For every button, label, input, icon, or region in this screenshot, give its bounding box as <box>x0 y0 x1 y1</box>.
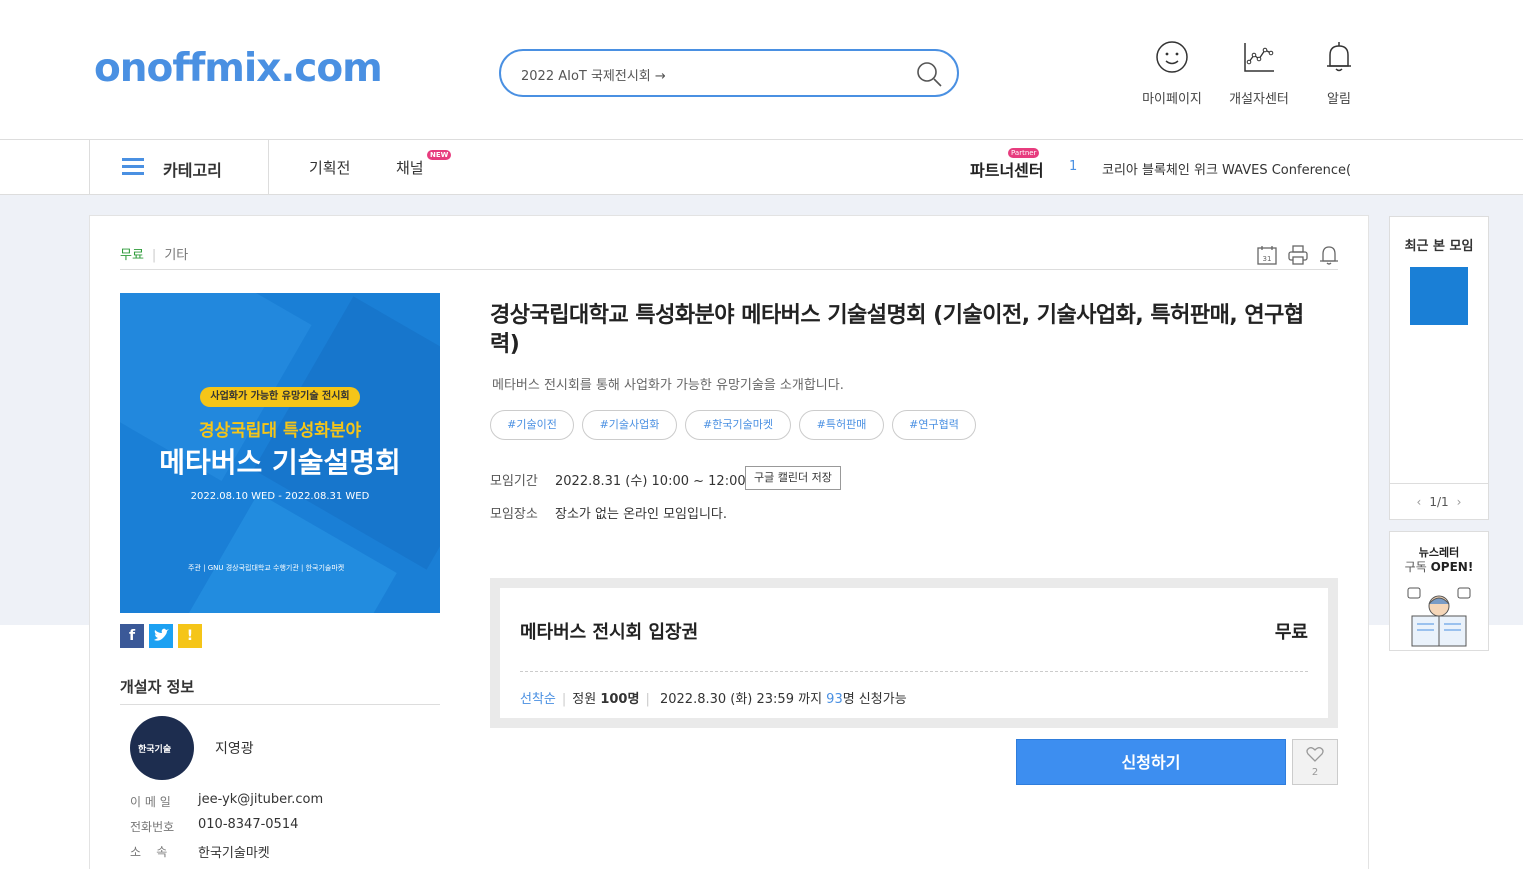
period-label: 모임기간 <box>490 474 538 489</box>
poster-dates: 2022.08.10 WED - 2022.08.31 WED <box>190 491 370 502</box>
recent-page-number: 1/1 <box>1429 495 1449 509</box>
host-center-label: 개설자센터 <box>1229 92 1289 107</box>
search-input[interactable] <box>521 63 901 85</box>
email-label: 이 메 일 <box>130 795 171 809</box>
host-section-title: 개설자 정보 <box>120 678 195 696</box>
recent-pagination: ‹ 1/1 › <box>1390 483 1488 520</box>
poster-line2: 메타버스 기술설명회 <box>159 446 401 479</box>
newsletter-banner[interactable]: 뉴스레터 구독 OPEN! <box>1389 531 1489 651</box>
new-badge: NEW <box>427 150 452 160</box>
host-email-link[interactable]: jee-yk@jituber.com <box>198 792 323 807</box>
chart-icon <box>1244 43 1274 72</box>
reader-illustration-icon <box>1407 587 1471 647</box>
alarm-link[interactable]: 알림 <box>1294 40 1384 107</box>
event-detail-panel: 무료 | 기타 31 사업화가 가능한 유망기술 전시회 경상국립대 특성화분야 메… <box>89 215 1369 869</box>
alarm-icon[interactable] <box>1318 244 1340 266</box>
search-icon[interactable] <box>915 60 943 88</box>
avatar-text: 한국기술 <box>138 745 172 755</box>
print-icon[interactable] <box>1287 244 1309 266</box>
facebook-icon[interactable]: f <box>120 624 144 648</box>
org-label: 소 속 <box>130 845 168 859</box>
rank-text-link[interactable]: 코리아 블록체인 위크 WAVES Conference(... <box>1102 159 1352 178</box>
host-center-link[interactable]: 개설자센터 <box>1214 40 1304 107</box>
hamburger-icon <box>122 158 144 176</box>
host-phone: 010-8347-0514 <box>198 817 299 832</box>
calendar-icon[interactable]: 31 <box>1256 244 1278 266</box>
recent-viewed-panel: 최근 본 모임 ‹ 1/1 › <box>1389 216 1489 520</box>
tag-chip[interactable]: #기술이전 <box>490 410 574 440</box>
main-nav: 카테고리 기획전 채널 NEW Partner 파트너센터 1 코리아 블록체인… <box>0 140 1523 195</box>
event-subtitle: 메타버스 전시회를 통해 사업화가 가능한 유망기술을 소개합니다. <box>492 378 844 393</box>
chevron-right-icon[interactable]: › <box>1457 495 1462 509</box>
google-calendar-button[interactable]: 구글 캘린더 저장 <box>745 466 841 490</box>
search-box[interactable] <box>499 49 959 97</box>
tag-chip[interactable]: #연구협력 <box>892 410 976 440</box>
ticket-price: 무료 <box>1274 622 1308 643</box>
heart-icon <box>1306 747 1324 762</box>
smile-icon <box>1156 41 1188 73</box>
event-poster-image: 사업화가 가능한 유망기술 전시회 경상국립대 특성화분야 메타버스 기술설명회… <box>120 293 440 613</box>
event-place: 장소가 없는 온라인 모임입니다. <box>555 507 728 522</box>
nav-link-channel[interactable]: 채널 <box>396 157 424 178</box>
category-label: 카테고리 <box>163 161 222 180</box>
ticket-capacity: 100명 <box>600 692 640 707</box>
rank-number: 1 <box>1069 159 1078 174</box>
ticket-info: 선착순 | 정원 100명 | 2022.8.30 (화) 23:59 까지 93명 … <box>520 692 907 707</box>
ticket-deadline: 2022.8.30 (화) 23:59 까지 <box>659 692 823 707</box>
breadcrumb-category[interactable]: 기타 <box>164 248 188 263</box>
ticket-card[interactable]: 메타버스 전시회 입장권 무료 선착순 | 정원 100명 | 2022.8.30 (… <box>500 588 1328 718</box>
divider <box>120 704 440 705</box>
poster-footer: 주관 | GNU 경상국립대학교 수행기관 | 한국기술마켓 <box>188 564 345 572</box>
divider <box>120 269 1338 270</box>
alarm-label: 알림 <box>1327 92 1351 107</box>
like-count: 2 <box>1311 767 1319 778</box>
chevron-left-icon[interactable]: ‹ <box>1417 495 1422 509</box>
like-button[interactable]: 2 <box>1292 739 1338 785</box>
tag-chip[interactable]: #특허판매 <box>799 410 884 440</box>
category-menu-button[interactable]: 카테고리 <box>89 140 269 195</box>
breadcrumb-price-type[interactable]: 무료 <box>120 248 144 263</box>
ticket-box: 메타버스 전시회 입장권 무료 선착순 | 정원 100명 | 2022.8.30 (… <box>490 578 1338 728</box>
host-name: 지영광 <box>215 741 254 757</box>
phone-label: 전화번호 <box>130 820 175 834</box>
event-title: 경상국립대학교 특성화분야 메타버스 기술설명회 (기술이전, 기술사업화, 특… <box>490 303 1304 357</box>
logo[interactable]: onoffmix.com <box>94 46 383 91</box>
tag-chip[interactable]: #기술사업화 <box>582 410 677 440</box>
breadcrumb: 무료 | 기타 <box>120 248 189 263</box>
poster-pill: 사업화가 가능한 유망기술 전시회 <box>200 387 360 407</box>
bell-icon <box>1327 42 1351 72</box>
mypage-label: 마이페이지 <box>1142 92 1202 107</box>
avatar: 한국기술 <box>130 716 194 780</box>
event-period: 2022.8.31 (수) 10:00 ~ 12:00 <box>555 474 746 489</box>
nav-link-exhibition[interactable]: 기획전 <box>309 157 350 178</box>
calendar-day: 31 <box>1263 255 1272 263</box>
recent-event-thumbnail[interactable] <box>1410 267 1468 325</box>
ticket-remaining-suffix: 명 신청가능 <box>842 692 907 707</box>
newsletter-line2: 구독 OPEN! <box>1404 560 1474 574</box>
ticket-remaining: 93 <box>826 692 843 707</box>
recent-title: 최근 본 모임 <box>1404 239 1474 254</box>
mypage-link[interactable]: 마이페이지 <box>1127 40 1217 107</box>
ticket-order-type: 선착순 <box>520 692 556 707</box>
host-org: 한국기술마켓 <box>198 846 270 861</box>
kakaostory-icon[interactable]: ! <box>178 624 202 648</box>
partner-center-link[interactable]: 파트너센터 <box>970 157 1044 181</box>
ticket-name: 메타버스 전시회 입장권 <box>520 622 699 643</box>
tag-chip[interactable]: #한국기술마켓 <box>685 410 791 440</box>
apply-button[interactable]: 신청하기 <box>1016 739 1286 785</box>
place-label: 모임장소 <box>490 507 538 522</box>
header: onoffmix.com 마이페이지 개설자센터 알림 <box>0 0 1523 140</box>
twitter-icon[interactable] <box>149 624 173 648</box>
capacity-label: 정원 <box>572 692 597 707</box>
poster-line1: 경상국립대 특성화분야 <box>198 421 362 441</box>
